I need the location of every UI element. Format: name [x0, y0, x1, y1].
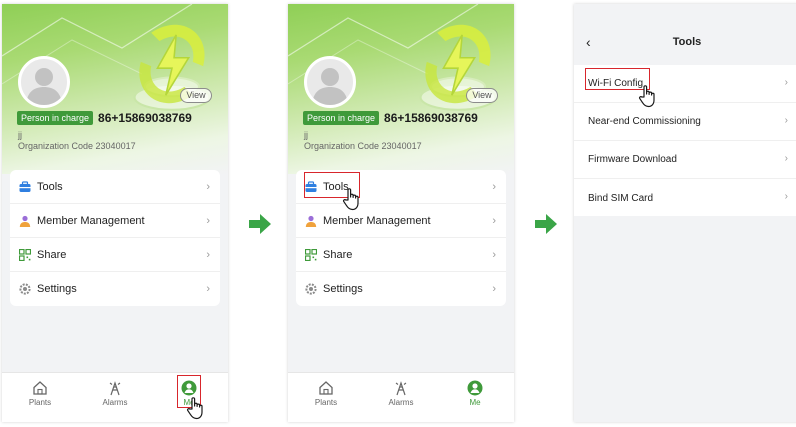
menu-item-member-management[interactable]: Member Management › — [10, 204, 220, 238]
tab-label: Alarms — [388, 398, 414, 407]
role-row: Person in charge 86+15869038769 — [303, 111, 478, 125]
user-silhouette-icon — [26, 68, 62, 105]
chevron-right-icon: › — [492, 181, 496, 193]
menu-label: Member Management — [323, 214, 431, 227]
alarm-tower-icon — [395, 381, 407, 396]
toolbox-icon — [19, 180, 31, 193]
person-icon — [305, 215, 317, 227]
page-title: Tools — [672, 36, 702, 48]
menu-item-settings[interactable]: Settings › — [10, 272, 220, 306]
chevron-right-icon: › — [784, 153, 788, 164]
pointing-hand-icon — [343, 188, 359, 211]
user-name: jj — [304, 130, 308, 140]
chevron-right-icon: › — [784, 115, 788, 126]
menu-item-member-management[interactable]: Member Management › — [296, 204, 506, 238]
tab-plants[interactable]: Plants — [304, 380, 348, 407]
chevron-right-icon: › — [492, 215, 496, 227]
tab-plants[interactable]: Plants — [18, 380, 62, 407]
user-silhouette-icon — [312, 68, 348, 105]
menu-label: Tools — [37, 180, 63, 193]
pointing-hand-icon — [187, 397, 203, 420]
role-row: Person in charge 86+15869038769 — [17, 111, 192, 125]
profile-header: View Person in charge 86+15869038769 jj … — [2, 4, 228, 174]
chevron-right-icon: › — [784, 191, 788, 202]
chevron-right-icon: › — [784, 77, 788, 88]
phone-number: 86+15869038769 — [384, 111, 478, 125]
pointing-hand-icon — [639, 85, 655, 108]
phone-number: 86+15869038769 — [98, 111, 192, 125]
qr-code-icon — [19, 248, 31, 261]
screen-me-tab: View Person in charge 86+15869038769 jj … — [2, 4, 228, 422]
menu-label: Settings — [37, 283, 77, 295]
organization-code: Organization Code 23040017 — [304, 141, 422, 151]
tools-item-label: Bind SIM Card — [588, 192, 654, 204]
avatar[interactable] — [304, 56, 356, 108]
screen-me-tab-tools: View Person in charge 86+15869038769 jj … — [288, 4, 514, 422]
screen-tools: ‹ Tools Wi-Fi Config › Near-end Commissi… — [574, 4, 796, 422]
gear-icon — [19, 283, 31, 295]
arrow-right-icon — [249, 214, 271, 234]
view-profile-button[interactable]: View — [466, 88, 498, 103]
qr-code-icon — [305, 248, 317, 261]
chevron-right-icon: › — [492, 249, 496, 261]
menu-item-settings[interactable]: Settings › — [296, 272, 506, 306]
tab-alarms[interactable]: Alarms — [93, 380, 137, 407]
tab-label: Plants — [314, 398, 338, 407]
user-name: jj — [18, 130, 22, 140]
tools-item-label: Firmware Download — [588, 154, 677, 165]
house-icon — [33, 381, 47, 395]
tab-label: Me — [469, 398, 481, 407]
profile-header: View Person in charge 86+15869038769 jj … — [288, 4, 514, 174]
menu-label: Share — [323, 248, 353, 261]
menu-item-tools[interactable]: Tools › — [10, 170, 220, 204]
chevron-right-icon: › — [206, 283, 210, 295]
gear-icon — [305, 283, 317, 295]
menu-list: Tools › Member Management › Share › Sett… — [10, 170, 220, 306]
menu-label: Share — [37, 248, 67, 261]
organization-code: Organization Code 23040017 — [18, 141, 136, 151]
alarm-tower-icon — [109, 381, 121, 396]
house-icon — [319, 381, 333, 395]
bottom-tab-bar: Plants Alarms Me — [288, 372, 514, 422]
tools-header: ‹ Tools — [574, 4, 796, 64]
menu-item-share[interactable]: Share › — [10, 238, 220, 272]
menu-label: Member Management — [37, 214, 145, 227]
menu-label: Settings — [323, 283, 363, 295]
tools-item-label: Near-end Commissioning — [588, 116, 701, 127]
chevron-right-icon: › — [492, 283, 496, 295]
user-circle-icon — [467, 380, 483, 396]
chevron-right-icon: › — [206, 215, 210, 227]
view-profile-button[interactable]: View — [180, 88, 212, 103]
tools-item-near-end-commissioning[interactable]: Near-end Commissioning › — [574, 103, 796, 141]
arrow-right-icon — [535, 214, 557, 234]
tab-label: Plants — [28, 398, 52, 407]
menu-item-share[interactable]: Share › — [296, 238, 506, 272]
tools-item-bind-sim-card[interactable]: Bind SIM Card › — [574, 179, 796, 217]
person-icon — [19, 215, 31, 227]
role-badge: Person in charge — [303, 111, 380, 125]
avatar[interactable] — [18, 56, 70, 108]
tab-me[interactable]: Me — [453, 380, 497, 407]
chevron-right-icon: › — [206, 181, 210, 193]
role-badge: Person in charge — [17, 111, 94, 125]
tab-label: Alarms — [102, 398, 128, 407]
tab-alarms[interactable]: Alarms — [379, 380, 423, 407]
chevron-right-icon: › — [206, 249, 210, 261]
tools-item-firmware-download[interactable]: Firmware Download › — [574, 141, 796, 179]
